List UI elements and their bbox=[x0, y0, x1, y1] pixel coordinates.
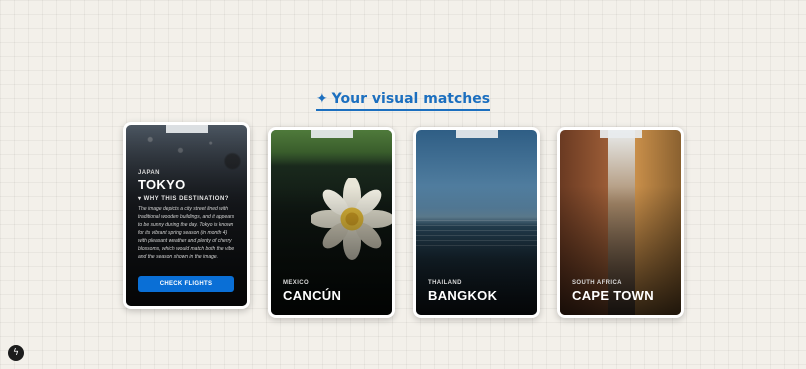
section-heading: ✦ Your visual matches bbox=[0, 88, 806, 111]
heading-text: Your visual matches bbox=[331, 91, 491, 107]
country-label: THAILAND bbox=[428, 280, 462, 286]
lightning-icon[interactable]: ϟ bbox=[8, 345, 24, 361]
why-destination-toggle[interactable]: ▾ WHY THIS DESTINATION? bbox=[138, 195, 229, 202]
destination-description: The image depicts a city street lined wi… bbox=[138, 206, 235, 260]
city-name: TOKYO bbox=[138, 177, 186, 192]
destination-photo: JAPAN TOKYO ▾ WHY THIS DESTINATION? The … bbox=[126, 125, 247, 306]
destination-card-bangkok[interactable]: THAILAND BANGKOK bbox=[413, 127, 540, 318]
country-label: MEXICO bbox=[283, 280, 310, 286]
tape-decoration bbox=[599, 130, 642, 138]
tape-decoration bbox=[310, 130, 353, 138]
destination-photo: MEXICO CANCÚN bbox=[271, 130, 392, 315]
destination-card-tokyo[interactable]: JAPAN TOKYO ▾ WHY THIS DESTINATION? The … bbox=[123, 122, 250, 309]
check-flights-button[interactable]: CHECK FLIGHTS bbox=[138, 276, 234, 292]
tape-decoration bbox=[165, 125, 208, 133]
city-name: CAPE TOWN bbox=[572, 288, 654, 303]
tape-decoration bbox=[455, 130, 498, 138]
destination-card-cape-town[interactable]: SOUTH AFRICA CAPE TOWN bbox=[557, 127, 684, 318]
city-name: CANCÚN bbox=[283, 288, 342, 303]
destination-card-cancun[interactable]: MEXICO CANCÚN bbox=[268, 127, 395, 318]
city-name: BANGKOK bbox=[428, 288, 498, 303]
country-label: SOUTH AFRICA bbox=[572, 280, 622, 286]
sparkle-icon: ✦ bbox=[315, 91, 328, 107]
destination-photo: SOUTH AFRICA CAPE TOWN bbox=[560, 130, 681, 315]
visual-matches-title: ✦ Your visual matches bbox=[315, 91, 491, 111]
destination-photo: THAILAND BANGKOK bbox=[416, 130, 537, 315]
country-label: JAPAN bbox=[138, 170, 160, 176]
